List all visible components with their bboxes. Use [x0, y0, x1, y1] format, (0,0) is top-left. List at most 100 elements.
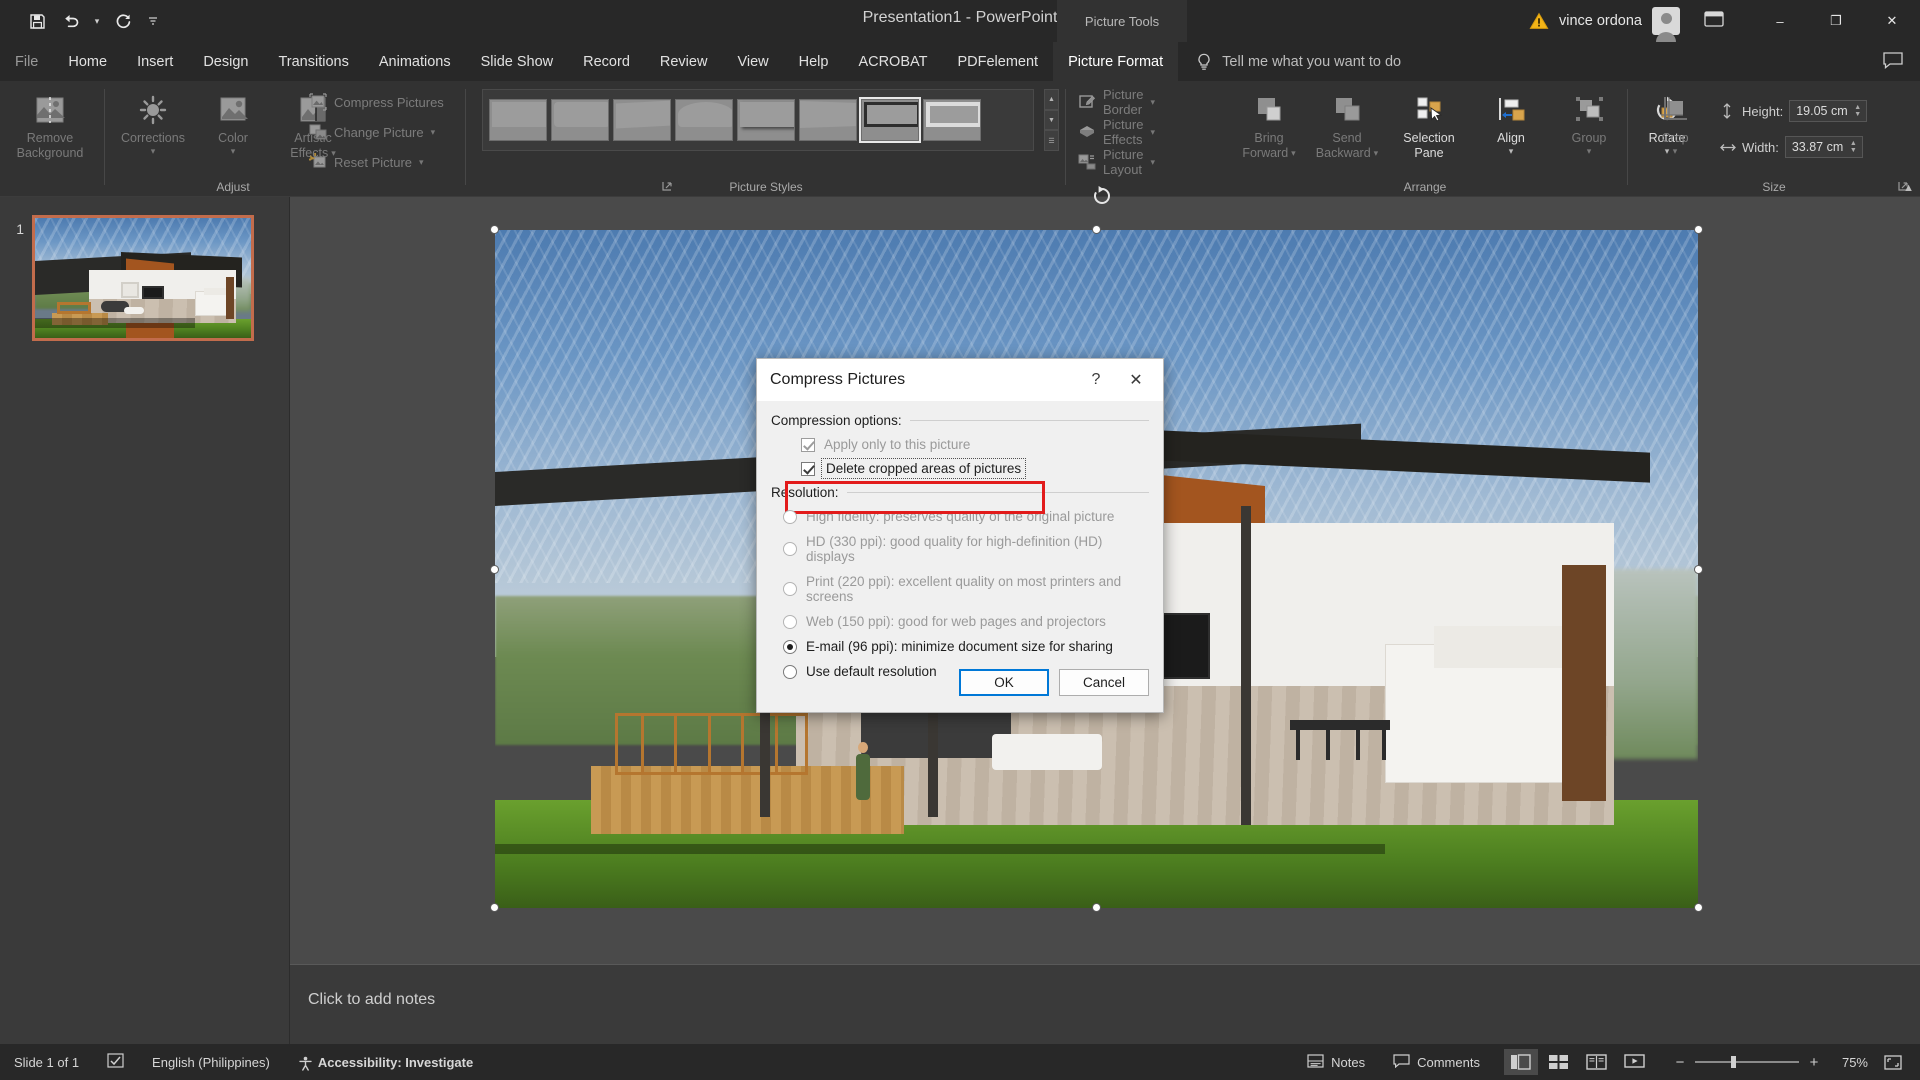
tab-insert[interactable]: Insert [122, 42, 188, 81]
chevron-down-icon[interactable]: ▾ [231, 146, 236, 157]
checkbox-delete-cropped-areas[interactable]: Delete cropped areas of pictures [801, 458, 1149, 479]
qat-more-icon[interactable] [142, 7, 164, 35]
group-button[interactable]: Group ▾ [1550, 85, 1628, 162]
tab-file[interactable]: File [0, 42, 53, 81]
avatar[interactable] [1652, 7, 1680, 42]
resize-handle-nw[interactable] [490, 225, 499, 234]
corrections-button[interactable]: Corrections ▾ [114, 85, 192, 162]
tab-home[interactable]: Home [53, 42, 122, 81]
dialog-close-button[interactable]: ✕ [1119, 368, 1153, 392]
picture-style-0[interactable] [489, 99, 547, 141]
warning-icon[interactable] [1529, 11, 1549, 31]
picture-style-3[interactable] [675, 99, 733, 141]
picture-styles-dialog-launcher[interactable] [662, 181, 674, 193]
selection-pane-button[interactable]: Selection Pane [1386, 85, 1472, 162]
gallery-scroll-up-icon[interactable]: ▲ [1044, 89, 1059, 110]
zoom-slider[interactable]: − + [1662, 1054, 1832, 1071]
radio-icon[interactable] [783, 509, 797, 524]
zoom-level[interactable]: 75% [1832, 1055, 1878, 1070]
tab-animations[interactable]: Animations [364, 42, 466, 81]
picture-effects-button[interactable]: Picture Effects ▾ [1074, 117, 1159, 147]
accessibility-status[interactable]: Accessibility: Investigate [284, 1044, 487, 1080]
change-picture-button[interactable]: Change Picture ▾ [305, 120, 448, 144]
resize-handle-s[interactable] [1092, 903, 1101, 912]
checkbox-icon[interactable] [801, 461, 815, 476]
chevron-down-icon[interactable]: ▾ [1150, 127, 1155, 138]
notes-toggle[interactable]: Notes [1293, 1044, 1379, 1080]
tab-help[interactable]: Help [784, 42, 844, 81]
reading-view-icon[interactable] [1580, 1049, 1614, 1075]
tab-record[interactable]: Record [568, 42, 645, 81]
cancel-button[interactable]: Cancel [1059, 669, 1149, 696]
chevron-down-icon[interactable]: ▾ [419, 157, 424, 168]
picture-style-4[interactable] [737, 99, 795, 141]
spell-check-status[interactable] [93, 1044, 138, 1080]
picture-style-1[interactable] [551, 99, 609, 141]
checkbox-apply-only-to-this-picture[interactable]: Apply only to this picture [801, 437, 1149, 452]
radio-icon[interactable] [783, 582, 797, 596]
ribbon-display-options-icon[interactable] [1704, 11, 1724, 32]
height-field[interactable]: 19.05 cm ▲ ▼ [1789, 100, 1868, 122]
close-icon[interactable]: ✕ [1864, 0, 1920, 42]
radio-icon[interactable] [783, 664, 797, 679]
radio-icon[interactable] [783, 614, 797, 629]
picture-layout-button[interactable]: Picture Layout ▾ [1074, 147, 1159, 177]
account-name[interactable]: vince ordona [1559, 13, 1642, 29]
chevron-down-icon[interactable]: ▾ [1587, 146, 1592, 157]
chevron-down-icon[interactable]: ▾ [1150, 97, 1155, 108]
undo-icon[interactable] [56, 7, 86, 35]
radio-print-220ppi[interactable]: Print (220 ppi): excellent quality on mo… [783, 574, 1149, 604]
align-button[interactable]: Align ▾ [1472, 85, 1550, 162]
redo-icon[interactable] [108, 7, 138, 35]
remove-background-button[interactable]: Remove Background [8, 85, 92, 162]
zoom-knob[interactable] [1730, 1056, 1736, 1068]
undo-dropdown-icon[interactable]: ▾ [90, 7, 104, 35]
chevron-down-icon[interactable]: ▾ [151, 146, 156, 157]
radio-icon[interactable] [783, 542, 797, 556]
radio-email-96ppi[interactable]: E-mail (96 ppi): minimize document size … [783, 639, 1149, 654]
tab-pdfelement[interactable]: PDFelement [942, 42, 1053, 81]
notes-pane[interactable]: Click to add notes [290, 964, 1920, 1044]
picture-styles-gallery[interactable] [482, 89, 1034, 151]
restore-icon[interactable]: ❐ [1808, 0, 1864, 42]
dialog-help-button[interactable]: ? [1083, 368, 1109, 392]
send-backward-button[interactable]: Send Backward ▾ [1308, 85, 1386, 162]
resize-handle-w[interactable] [490, 565, 499, 574]
radio-icon[interactable] [783, 639, 797, 654]
checkbox-icon[interactable] [801, 437, 815, 452]
gallery-more-icon[interactable]: ☰ [1044, 130, 1059, 152]
resize-handle-se[interactable] [1694, 903, 1703, 912]
zoom-in-button[interactable]: + [1808, 1054, 1820, 1071]
language-indicator[interactable]: English (Philippines) [138, 1044, 284, 1080]
picture-style-2[interactable] [613, 99, 671, 141]
slideshow-icon[interactable] [1618, 1049, 1652, 1075]
comments-toggle[interactable]: Comments [1379, 1044, 1494, 1080]
radio-hd-330ppi[interactable]: HD (330 ppi): good quality for high-defi… [783, 534, 1149, 564]
picture-style-7[interactable] [923, 99, 981, 141]
compress-pictures-button[interactable]: Compress Pictures [305, 90, 448, 114]
rotate-handle[interactable] [1091, 185, 1111, 205]
fit-slide-icon[interactable] [1878, 1049, 1908, 1075]
slide-sorter-icon[interactable] [1542, 1049, 1576, 1075]
chevron-down-icon[interactable]: ▾ [1150, 157, 1155, 168]
reset-picture-button[interactable]: Reset Picture ▾ [305, 150, 448, 174]
comments-icon[interactable] [1882, 51, 1904, 74]
width-field[interactable]: 33.87 cm ▲ ▼ [1784, 136, 1863, 158]
resize-handle-sw[interactable] [490, 903, 499, 912]
tab-picture-format[interactable]: Picture Format [1053, 42, 1179, 81]
resize-handle-n[interactable] [1092, 225, 1101, 234]
tell-me-search[interactable]: Tell me what you want to do [1178, 42, 1401, 81]
zoom-track[interactable] [1694, 1056, 1799, 1068]
tab-transitions[interactable]: Transitions [263, 42, 363, 81]
bring-forward-button[interactable]: Bring Forward ▾ [1230, 85, 1308, 162]
radio-web-150ppi[interactable]: Web (150 ppi): good for web pages and pr… [783, 614, 1149, 629]
slide-list-item[interactable]: 1 [8, 215, 254, 341]
resize-handle-e[interactable] [1694, 565, 1703, 574]
color-button[interactable]: Color ▾ [194, 85, 272, 162]
tab-acrobat[interactable]: ACROBAT [843, 42, 942, 81]
width-stepper-icon[interactable]: ▲ ▼ [1850, 140, 1862, 154]
height-spinner[interactable]: Height: 19.05 cm ▲ ▼ [1720, 99, 1868, 123]
chevron-down-icon[interactable]: ▾ [1291, 148, 1296, 159]
tab-slide-show[interactable]: Slide Show [466, 42, 569, 81]
height-stepper-icon[interactable]: ▲ ▼ [1854, 104, 1866, 118]
